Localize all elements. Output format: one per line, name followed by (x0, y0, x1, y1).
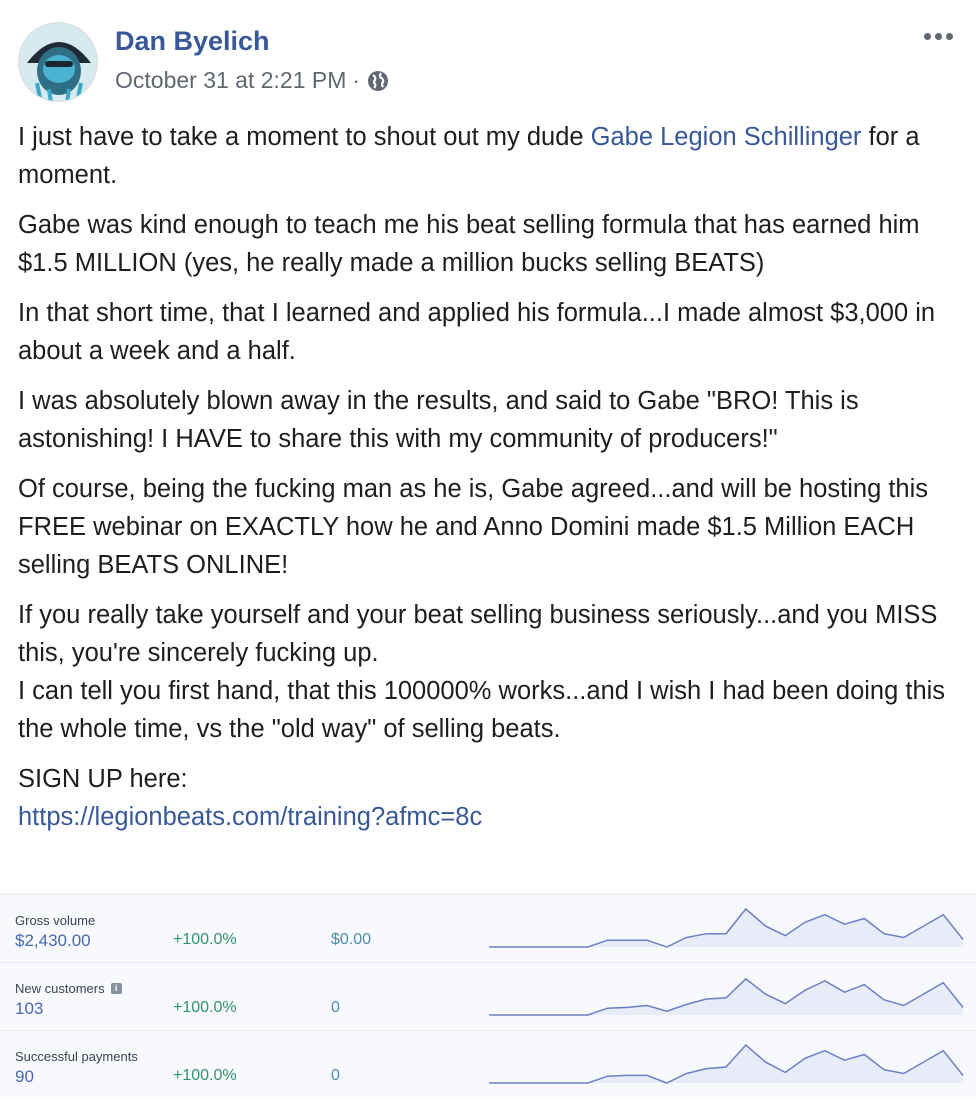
stat-label-text: Successful payments (15, 1049, 138, 1064)
info-icon[interactable]: i (110, 983, 122, 994)
stat-previous: 0 (331, 999, 340, 1016)
paragraph-text: SIGN UP here: (18, 765, 188, 793)
paragraph-text: I can tell you first hand, that this 100… (18, 677, 946, 743)
globe-icon[interactable] (366, 69, 390, 93)
author-name[interactable]: Dan Byelich (115, 26, 270, 57)
stat-change: +100.0% (173, 999, 237, 1016)
stat-row-successful-payments: Successful payments 90 +100.0% 0 (0, 1031, 976, 1099)
stat-previous: $0.00 (331, 931, 372, 948)
stat-value: 103 (15, 999, 44, 1018)
stats-panel: Gross volume $2,430.00 +100.0% $0.00 New… (0, 894, 976, 1097)
paragraph-4: I was absolutely blown away in the resul… (18, 387, 859, 453)
post-header: Dan Byelich October 31 at 2:21 PM · (18, 18, 958, 102)
stat-label: Successful payments (15, 1049, 138, 1064)
stat-row-new-customers: New customers i 103 +100.0% 0 (0, 963, 976, 1031)
stat-previous: 0 (331, 1067, 340, 1084)
sparkline-area (489, 1045, 963, 1083)
paragraph-2: Gabe was kind enough to teach me his bea… (18, 211, 920, 277)
stat-label: New customers i (15, 981, 122, 996)
stat-value: $2,430.00 (15, 931, 91, 950)
meta-separator: · (352, 67, 361, 93)
stat-label-text: New customers (15, 981, 105, 996)
mention-link[interactable]: Gabe Legion Schillinger (591, 123, 862, 151)
paragraph-6: If you really take yourself and your bea… (18, 596, 958, 748)
avatar[interactable] (18, 22, 98, 102)
post-body: I just have to take a moment to shout ou… (18, 118, 958, 848)
stat-label-text: Gross volume (15, 913, 96, 928)
avatar-image (19, 23, 97, 101)
sparkline-area (489, 909, 963, 947)
stat-value: 90 (15, 1067, 34, 1086)
paragraph-text: If you really take yourself and your bea… (18, 601, 938, 667)
stat-row-gross-volume: Gross volume $2,430.00 +100.0% $0.00 (0, 895, 976, 963)
post-meta: October 31 at 2:21 PM · (115, 67, 390, 94)
more-options-icon[interactable] (918, 24, 958, 48)
sparkline (489, 1043, 964, 1084)
paragraph-text: I just have to take a moment to shout ou… (18, 123, 591, 151)
sparkline (489, 907, 964, 948)
stat-label: Gross volume (15, 913, 95, 928)
signup-link[interactable]: https://legionbeats.com/training?afmc=8c (18, 803, 482, 831)
paragraph-1: I just have to take a moment to shout ou… (18, 118, 958, 194)
paragraph-3: In that short time, that I learned and a… (18, 299, 936, 365)
post-timestamp[interactable]: October 31 at 2:21 PM (115, 67, 346, 94)
paragraph-7: SIGN UP here: https://legionbeats.com/tra… (18, 760, 958, 836)
sparkline (489, 977, 964, 1016)
stat-change: +100.0% (173, 1067, 237, 1084)
paragraph-5: Of course, being the fucking man as he i… (18, 475, 929, 579)
stat-change: +100.0% (173, 931, 237, 948)
